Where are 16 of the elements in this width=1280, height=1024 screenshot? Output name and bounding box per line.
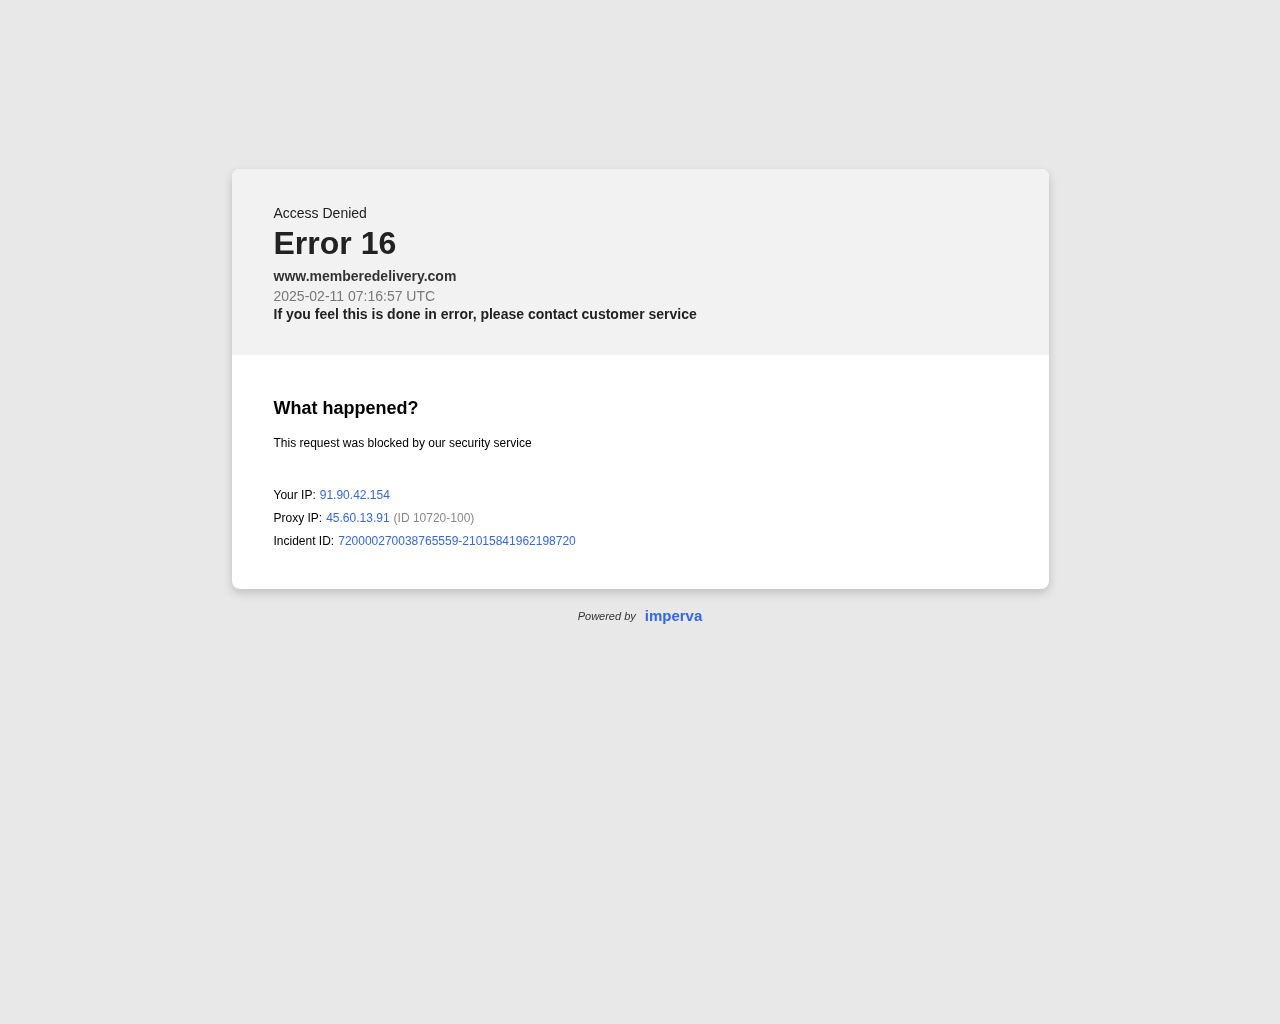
detail-value: 91.90.42.154	[319, 487, 390, 503]
timestamp-text: 2025-02-11 07:16:57 UTC	[273, 287, 436, 306]
detail-value: 720000270038765559-21015841962198720	[338, 533, 576, 549]
domain-text: www.memberedelivery.com	[273, 267, 457, 286]
error-title: Error 16	[273, 224, 397, 263]
powered-by-text: Powered by	[577, 609, 636, 624]
detail-value: 45.60.13.91	[326, 510, 390, 526]
detail-label: Your IP:	[273, 487, 316, 503]
access-denied-label: Access Denied	[273, 204, 367, 223]
contact-message: If you feel this is done in error, please contact customer service	[273, 306, 697, 323]
detail-label: Proxy IP:	[273, 510, 323, 526]
section-heading: What happened?	[273, 397, 419, 419]
detail-label: Incident ID:	[273, 533, 335, 549]
brand-logo: imperva	[644, 606, 703, 626]
blocked-message: This request was blocked by our security service	[273, 435, 532, 451]
detail-note: (ID 10720-100)	[393, 510, 475, 526]
